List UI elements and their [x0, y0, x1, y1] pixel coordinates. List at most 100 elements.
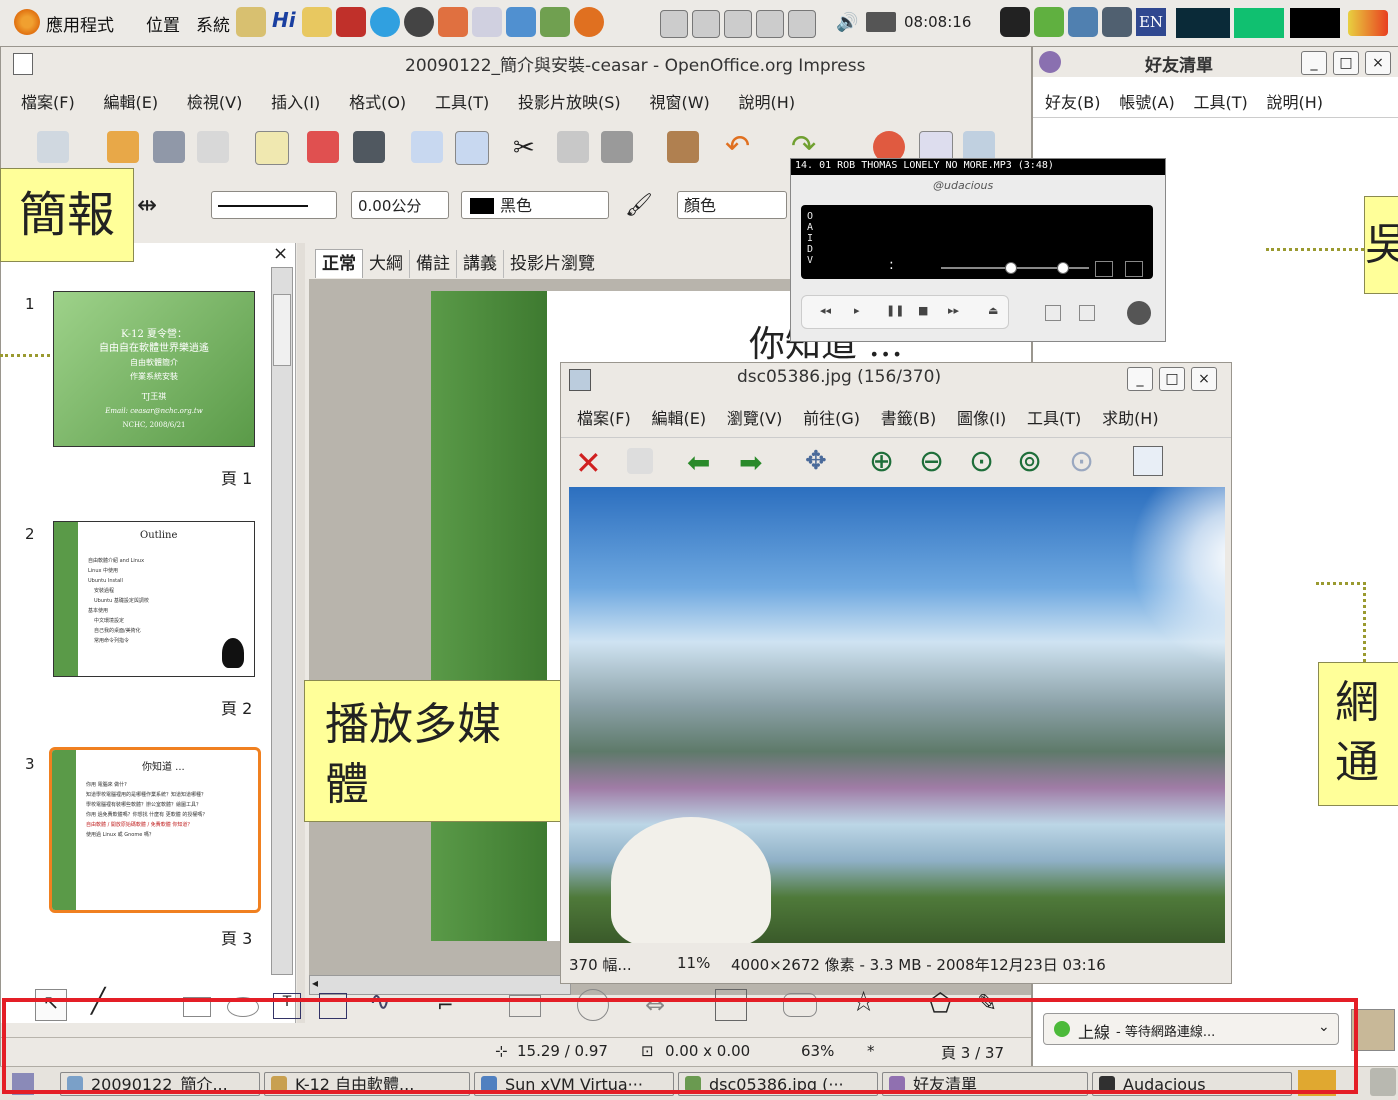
repeat-button[interactable]	[1079, 305, 1095, 321]
shuffle-button[interactable]	[1045, 305, 1061, 321]
slide-thumbnail-3[interactable]: 你知道 ... 你用 電腦來 做什? 知道學校電腦裡用的是哪種作業系統？知道知道…	[49, 747, 261, 913]
zoom-out-icon[interactable]: ⊖	[919, 444, 944, 479]
cut-icon[interactable]: ✂	[513, 133, 535, 163]
clone-format-icon[interactable]	[667, 131, 699, 163]
track-title-bar[interactable]: 14. 01 ROB THOMAS LONELY NO MORE.MP3 (3:…	[791, 159, 1165, 175]
next-icon[interactable]: ➡	[739, 446, 762, 479]
gnome-foot-icon[interactable]	[14, 9, 40, 35]
line-width-stepper[interactable]: 0.00公分	[351, 191, 449, 219]
line-style-select[interactable]	[211, 191, 337, 219]
menu-tools[interactable]: 工具(T)	[435, 93, 489, 112]
minimize-button[interactable]: _	[1127, 367, 1153, 391]
play-icon[interactable]: ▸	[854, 304, 860, 317]
fit-icon[interactable]: ✥	[805, 446, 827, 476]
pause-icon[interactable]: ❚❚	[886, 304, 904, 317]
image-canvas[interactable]	[569, 487, 1225, 943]
tab-slide-sorter[interactable]: 投影片瀏覽	[504, 250, 601, 278]
launcher-icon[interactable]	[404, 7, 434, 37]
menu-places[interactable]: 位置	[146, 11, 180, 36]
delete-icon[interactable]: ✕	[575, 444, 602, 482]
next-icon[interactable]: ▸▸	[948, 304, 959, 317]
trash-icon[interactable]	[627, 448, 653, 474]
launcher-icon[interactable]	[438, 7, 468, 37]
scroll-thumb[interactable]	[273, 294, 291, 366]
close-button[interactable]: ×	[1191, 367, 1217, 391]
workspace-icon[interactable]	[692, 10, 720, 38]
menu-bookmarks[interactable]: 書籤(B)	[881, 409, 936, 428]
new-document-icon[interactable]	[37, 131, 69, 163]
logout-icon[interactable]	[1348, 10, 1388, 36]
firefox-icon[interactable]	[574, 7, 604, 37]
menu-view[interactable]: 檢視(V)	[187, 93, 242, 112]
menu-edit[interactable]: 編輯(E)	[651, 409, 706, 428]
clock[interactable]: 08:08:16	[904, 13, 971, 31]
spellcheck-icon[interactable]	[411, 131, 443, 163]
equalizer-button[interactable]	[1095, 261, 1113, 277]
volume-icon[interactable]: 🔊	[836, 12, 858, 33]
previous-icon[interactable]: ⬅	[687, 446, 710, 479]
previous-icon[interactable]: ◂◂	[820, 304, 831, 317]
slides-scrollbar[interactable]	[271, 267, 293, 975]
skype-icon[interactable]	[370, 7, 400, 37]
close-button[interactable]: ×	[1365, 51, 1391, 75]
battery-icon[interactable]	[866, 12, 896, 32]
pane-splitter[interactable]	[297, 243, 305, 1023]
export-pdf-icon[interactable]	[307, 131, 339, 163]
email-icon[interactable]	[197, 131, 229, 163]
slide-thumbnail-2[interactable]: Outline 自由軟體介紹 and Linux Linux 中使用 Ubunt…	[53, 521, 255, 677]
launcher-icon[interactable]	[236, 7, 266, 37]
tray-icon[interactable]	[1068, 7, 1098, 37]
workspace-switcher[interactable]	[660, 10, 830, 38]
menu-insert[interactable]: 插入(I)	[271, 93, 320, 112]
tab-handout[interactable]: 講義	[457, 250, 504, 278]
edit-file-icon[interactable]	[255, 131, 289, 165]
minimize-button[interactable]: _	[1301, 51, 1327, 75]
maximize-button[interactable]: □	[1159, 367, 1185, 391]
workspace-icon[interactable]	[788, 10, 816, 38]
launcher-icon[interactable]	[506, 7, 536, 37]
audacious-menu-icon[interactable]	[1127, 301, 1151, 325]
workspace-icon[interactable]	[756, 10, 784, 38]
zoom-fit-icon[interactable]: ⊚	[1017, 444, 1042, 479]
zoom-normal-icon[interactable]: ⊙	[969, 444, 994, 479]
tab-outline[interactable]: 大綱	[363, 250, 410, 278]
menu-tools[interactable]: 工具(T)	[1027, 409, 1081, 428]
menu-accounts[interactable]: 帳號(A)	[1119, 93, 1174, 112]
menu-help[interactable]: 說明(H)	[1267, 93, 1324, 112]
language-badge[interactable]: EN	[1136, 8, 1166, 36]
menu-window[interactable]: 視窗(W)	[649, 93, 709, 112]
tab-normal[interactable]: 正常	[315, 249, 363, 278]
fill-style-select[interactable]: 顏色	[677, 191, 787, 219]
line-color-select[interactable]: 黑色	[461, 191, 609, 219]
menu-file[interactable]: 檔案(F)	[21, 93, 75, 112]
save-icon[interactable]	[153, 131, 185, 163]
line-arrow-icon[interactable]: ⇹	[137, 191, 157, 219]
close-pane-icon[interactable]: ×	[273, 243, 288, 264]
slider-knob[interactable]	[1005, 262, 1017, 274]
menu-view[interactable]: 瀏覽(V)	[727, 409, 782, 428]
menu-go[interactable]: 前往(G)	[803, 409, 860, 428]
slider-knob[interactable]	[1057, 262, 1069, 274]
menu-tools[interactable]: 工具(T)	[1193, 93, 1247, 112]
filezilla-icon[interactable]	[336, 7, 366, 37]
slideshow-icon[interactable]	[1133, 446, 1163, 476]
autospellcheck-icon[interactable]	[455, 131, 489, 165]
menu-system[interactable]: 系統	[196, 11, 230, 36]
tab-notes[interactable]: 備註	[410, 250, 457, 278]
menu-edit[interactable]: 編輯(E)	[103, 93, 158, 112]
menu-help[interactable]: 求助(H)	[1102, 409, 1159, 428]
print-icon[interactable]	[353, 131, 385, 163]
workspace-icon[interactable]	[660, 10, 688, 38]
network-icon[interactable]	[1102, 7, 1132, 37]
menu-buddies[interactable]: 好友(B)	[1045, 93, 1100, 112]
launcher-icon[interactable]	[472, 7, 502, 37]
workspace-icon[interactable]	[724, 10, 752, 38]
paste-icon[interactable]	[601, 131, 633, 163]
copy-icon[interactable]	[557, 131, 589, 163]
trash-icon[interactable]	[1370, 1068, 1396, 1096]
stop-icon[interactable]: ■	[918, 304, 928, 317]
balance-slider[interactable]	[1035, 262, 1089, 274]
menu-help[interactable]: 說明(H)	[739, 93, 796, 112]
hinet-icon[interactable]: Hi	[272, 8, 296, 32]
slide-thumbnail-1[interactable]: K-12 夏令營： 自由自在軟體世界樂逍遙 自由軟體簡介 作業系統安裝 TJ王祺…	[53, 291, 255, 447]
